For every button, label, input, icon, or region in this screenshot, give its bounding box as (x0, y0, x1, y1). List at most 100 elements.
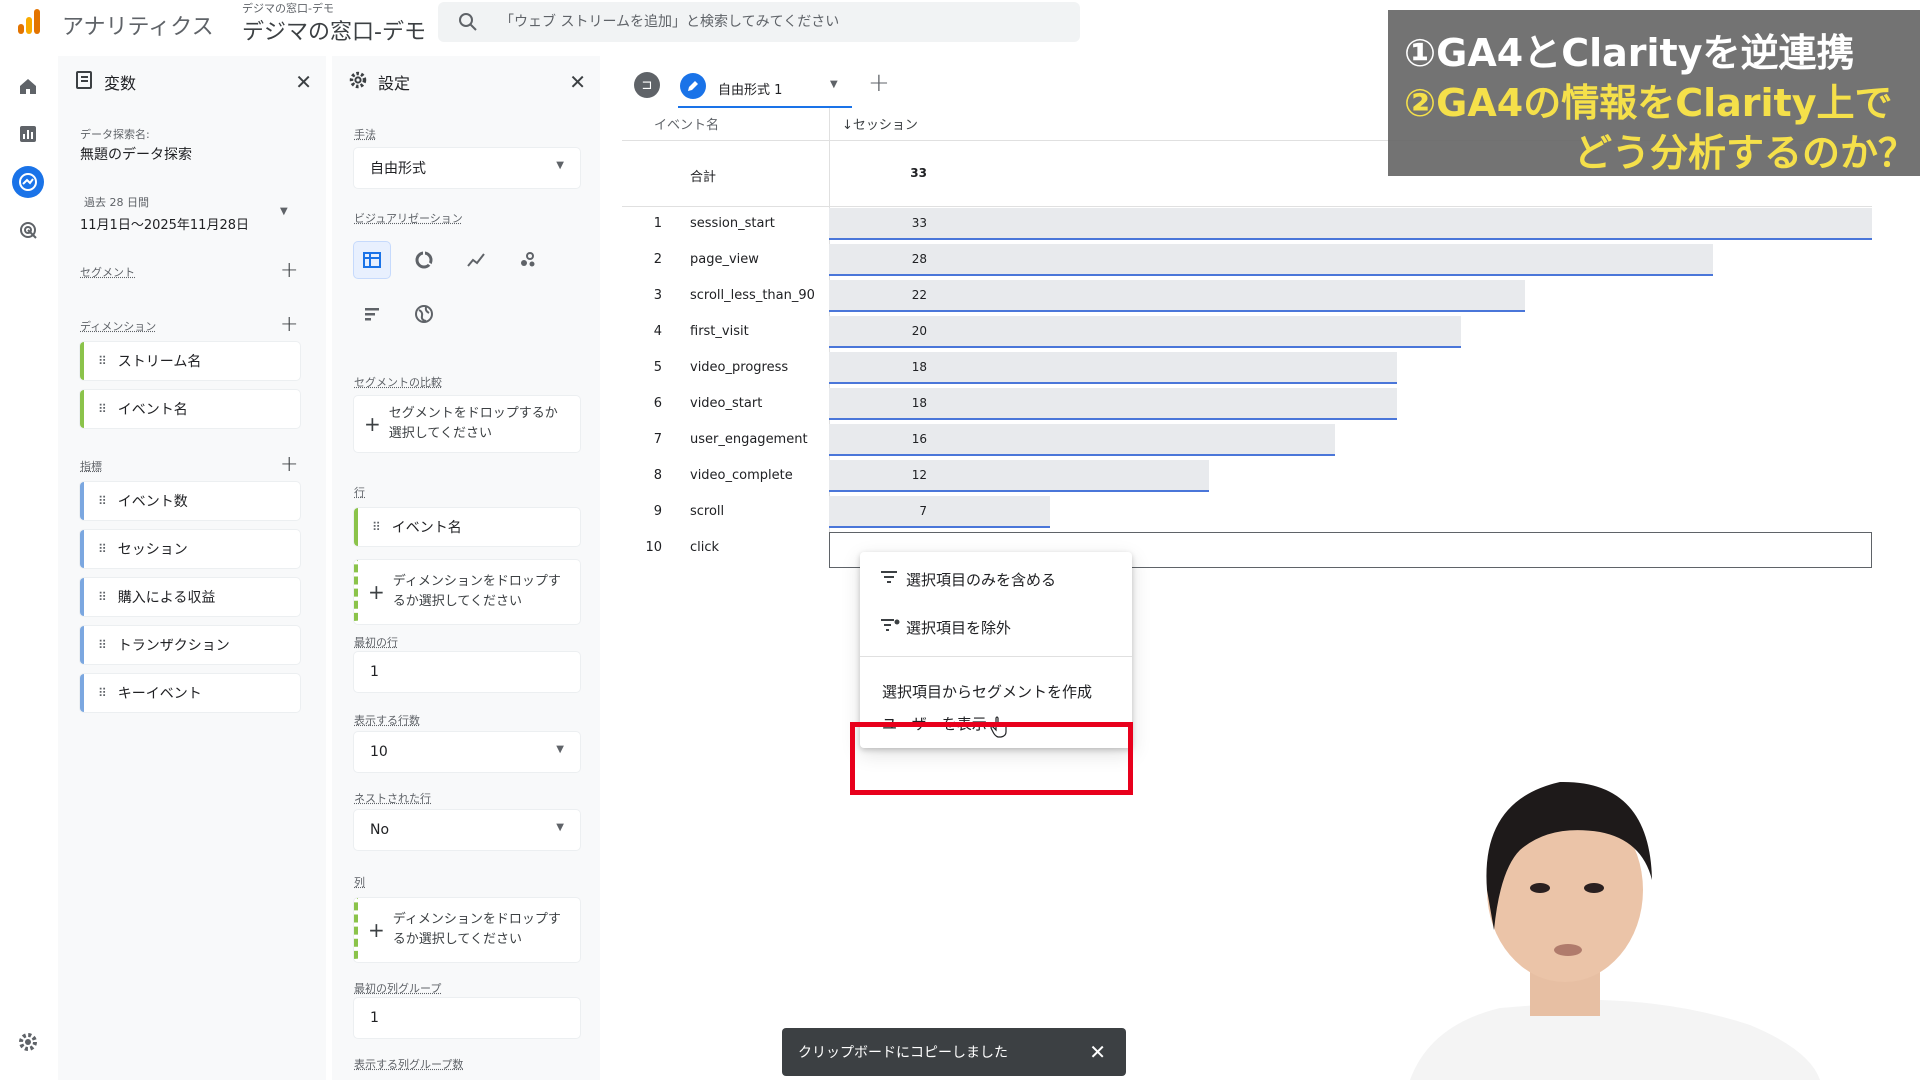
session-value-cell[interactable]: 18 (829, 360, 927, 374)
event-name-cell[interactable]: scroll_less_than_90 (690, 288, 815, 303)
row-chip-event[interactable]: ⠿ イベント名 (354, 508, 580, 546)
table-row[interactable]: 9 scroll 7 (622, 494, 1872, 530)
session-value-cell[interactable]: 18 (829, 396, 927, 410)
drag-handle-icon[interactable]: ⠿ (98, 590, 106, 604)
technique-select[interactable]: 自由形式 ▼ (354, 148, 580, 188)
add-dimension-button[interactable]: + (280, 314, 298, 336)
exploration-name-field[interactable]: 無題のデータ探索 (80, 144, 192, 164)
drag-handle-icon[interactable]: ⠿ (98, 638, 106, 652)
event-name-cell[interactable]: session_start (690, 216, 775, 231)
variables-panel-header: 変数 (74, 70, 136, 94)
metric-chip-label: 購入による収益 (118, 587, 216, 607)
drag-handle-icon[interactable]: ⠿ (372, 520, 380, 534)
table-row[interactable]: 7 user_engagement 16 (622, 422, 1872, 458)
close-toast-icon[interactable]: ✕ (1089, 1040, 1106, 1064)
session-value-cell[interactable]: 22 (829, 288, 927, 302)
menu-exclude[interactable]: 選択項目を除外 (860, 606, 1132, 648)
close-settings-icon[interactable]: ✕ (569, 70, 586, 94)
variables-icon (74, 70, 94, 94)
tab-freeform-1[interactable]: 自由形式 1 ▼ (678, 66, 852, 108)
event-name-cell[interactable]: video_complete (690, 468, 793, 483)
table-viz-icon[interactable] (354, 242, 390, 278)
session-bar-underline (829, 346, 1461, 348)
chip-color-bar (80, 390, 84, 428)
drag-handle-icon[interactable]: ⠿ (98, 542, 106, 556)
row-number: 5 (644, 360, 662, 375)
explore-icon[interactable] (12, 166, 44, 198)
scatter-chart-icon[interactable] (510, 242, 546, 278)
event-name-cell[interactable]: first_visit (690, 324, 749, 339)
line-chart-icon[interactable] (458, 242, 494, 278)
segment-compare-label: セグメントの比較 (354, 374, 442, 390)
dimension-chip-event[interactable]: ⠿ イベント名 (80, 390, 300, 428)
session-value-cell[interactable]: 16 (829, 432, 927, 446)
metric-chip-transactions[interactable]: ⠿ トランザクション (80, 626, 300, 664)
event-name-cell[interactable]: user_engagement (690, 432, 808, 447)
chevron-down-icon: ▼ (556, 744, 564, 755)
row-dimension-dropzone[interactable]: + ディメンションをドロップするか選択してください (354, 560, 580, 624)
advertising-icon[interactable] (12, 214, 44, 246)
close-variables-icon[interactable]: ✕ (295, 70, 312, 94)
donut-chart-icon[interactable] (406, 242, 442, 278)
reports-icon[interactable] (12, 118, 44, 150)
property-selector[interactable]: デジマの窓口-デモ (242, 14, 426, 46)
metric-chip-key-events[interactable]: ⠿ キーイベント (80, 674, 300, 712)
date-preset: 過去 28 日間 (84, 194, 290, 210)
event-name-cell[interactable]: video_progress (690, 360, 788, 375)
drag-handle-icon[interactable]: ⠿ (98, 354, 106, 368)
metric-chip-event-count[interactable]: ⠿ イベント数 (80, 482, 300, 520)
table-row[interactable]: 2 page_view 28 (622, 242, 1872, 278)
nested-rows-select[interactable]: No ▼ (354, 810, 580, 850)
session-value-cell[interactable]: 20 (829, 324, 927, 338)
event-name-cell[interactable]: scroll (690, 504, 724, 519)
tab-menu-caret-icon[interactable]: ▼ (830, 79, 838, 90)
segment-dropzone[interactable]: + セグメントをドロップするか選択してください (354, 396, 580, 452)
session-value-cell[interactable]: 7 (829, 504, 927, 518)
home-icon[interactable] (12, 70, 44, 102)
metric-label: 指標 (80, 458, 102, 474)
geo-map-icon[interactable] (406, 296, 442, 332)
dimension-chip-stream[interactable]: ⠿ ストリーム名 (80, 342, 300, 380)
totals-value: 33 (829, 166, 927, 180)
event-name-cell[interactable]: video_start (690, 396, 762, 411)
show-rows-select[interactable]: 10 ▼ (354, 732, 580, 772)
drag-handle-icon[interactable]: ⠿ (98, 494, 106, 508)
table-row[interactable]: 8 video_complete 12 (622, 458, 1872, 494)
date-range-selector[interactable]: 過去 28 日間 11月1日～2025年11月28日 ▼ (80, 194, 290, 238)
column-header-event-name[interactable]: イベント名 (654, 114, 719, 133)
metric-chip-sessions[interactable]: ⠿ セッション (80, 530, 300, 568)
menu-create-segment-label: 選択項目からセグメントを作成 (882, 681, 1092, 702)
metric-chip-revenue[interactable]: ⠿ 購入による収益 (80, 578, 300, 616)
table-row[interactable]: 5 video_progress 18 (622, 350, 1872, 386)
settings-panel: 設定 ✕ 手法 自由形式 ▼ ビジュアリゼーション セグメントの比較 + セグメ… (332, 56, 600, 1080)
table-row[interactable]: 6 video_start 18 (622, 386, 1872, 422)
event-name-cell[interactable]: page_view (690, 252, 759, 267)
table-row[interactable]: 4 first_visit 20 (622, 314, 1872, 350)
table-row[interactable]: 1 session_start 33 (622, 206, 1872, 242)
search-input[interactable] (498, 10, 1062, 34)
dimension-label: ディメンション (80, 318, 156, 334)
session-value-cell[interactable]: 12 (829, 468, 927, 482)
drag-handle-icon[interactable]: ⠿ (98, 402, 106, 416)
tab-overview-icon[interactable]: ⊐ (634, 72, 660, 98)
table-row[interactable]: 3 scroll_less_than_90 22 (622, 278, 1872, 314)
add-metric-button[interactable]: + (280, 454, 298, 476)
first-row-input[interactable]: 1 (354, 652, 580, 692)
first-col-group-input[interactable]: 1 (354, 998, 580, 1038)
search-bar[interactable] (438, 2, 1080, 42)
settings-title: 設定 (378, 70, 410, 94)
menu-include-only[interactable]: 選択項目のみを含める (860, 558, 1132, 600)
column-header-sessions[interactable]: ↓セッション (842, 114, 918, 133)
drag-handle-icon[interactable]: ⠿ (98, 686, 106, 700)
add-segment-button[interactable]: + (280, 260, 298, 282)
session-value-cell[interactable]: 33 (829, 216, 927, 230)
chip-color-bar (80, 674, 84, 712)
edit-pencil-icon[interactable] (680, 73, 706, 99)
column-dimension-dropzone[interactable]: + ディメンションをドロップするか選択してください (354, 898, 580, 962)
bar-chart-icon[interactable] (354, 296, 390, 332)
analytics-logo-icon[interactable] (14, 6, 44, 36)
admin-gear-icon[interactable] (12, 1026, 44, 1058)
session-value-cell[interactable]: 28 (829, 252, 927, 266)
event-name-cell[interactable]: click (690, 540, 719, 555)
add-tab-button[interactable]: + (868, 68, 890, 98)
